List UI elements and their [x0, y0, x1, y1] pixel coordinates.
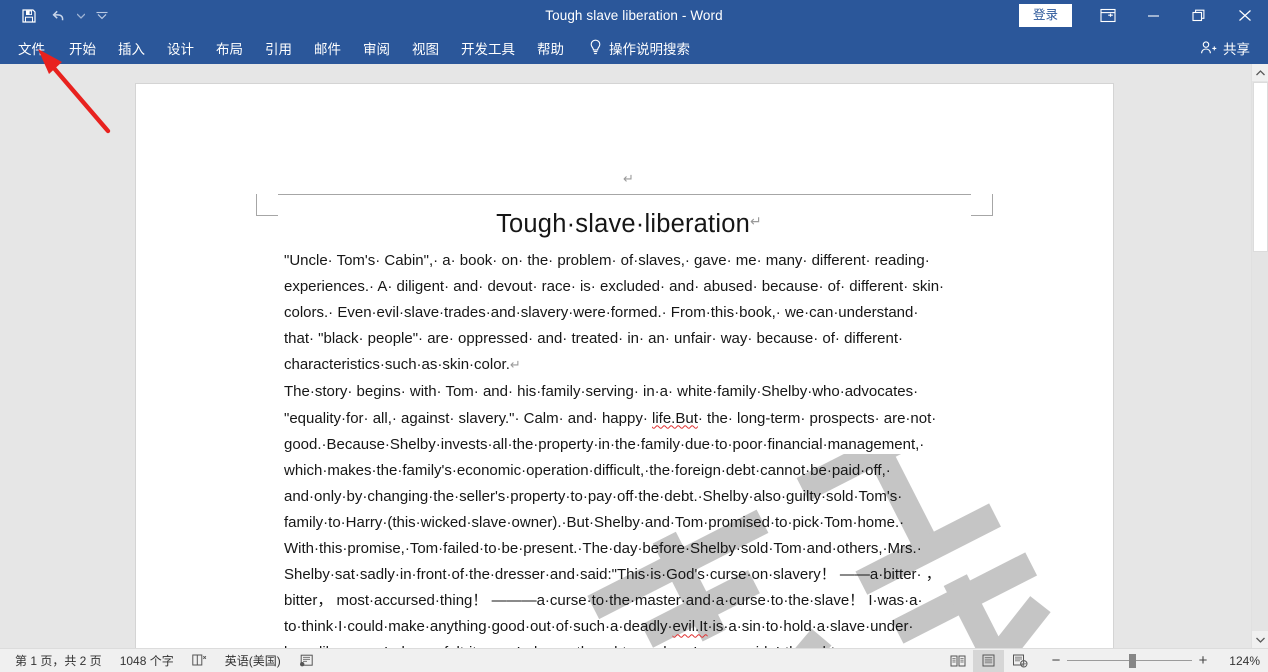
margin-corner-top-right: [971, 194, 993, 216]
status-left-group: 第 1 页，共 2 页 1048 个字 英语(美国): [0, 649, 323, 672]
document-heading: Tough·slave·liberation↵: [284, 206, 974, 240]
view-print-layout[interactable]: [973, 649, 1004, 672]
text-line: characteristics·such·as·skin·color.: [284, 356, 510, 374]
tell-me-search[interactable]: 操作说明搜索: [575, 31, 700, 64]
scroll-down-icon[interactable]: [1252, 631, 1268, 648]
scroll-up-icon[interactable]: [1252, 64, 1268, 81]
zoom-level[interactable]: 124%: [1214, 654, 1260, 668]
share-person-icon: [1200, 40, 1217, 55]
ribbon-tabs: 文件 开始 插入 设计 布局 引用 邮件 审阅 视图 开发工具 帮助 操作说明搜…: [0, 31, 700, 64]
tab-insert[interactable]: 插入: [107, 31, 156, 64]
save-icon[interactable]: [14, 3, 44, 29]
document-heading-text: Tough·slave·liberation: [496, 210, 750, 238]
text-line: bitter， most·accursed·thing！ ———a·curse·…: [284, 592, 923, 610]
document-workspace[interactable]: ↵ Tough·slave·liberation↵ "Uncle· Tom's·…: [0, 64, 1268, 648]
tab-developer[interactable]: 开发工具: [450, 31, 526, 64]
margin-corner-top-left: [256, 194, 278, 216]
page-indicator[interactable]: 第 1 页，共 2 页: [6, 649, 111, 672]
ribbon-display-options-icon[interactable]: [1086, 0, 1130, 31]
share-button[interactable]: 共享: [1192, 31, 1258, 64]
paragraph-2: The·story· begins· with· Tom· and· his·f…: [284, 379, 974, 648]
zoom-out-button[interactable]: −: [1045, 652, 1067, 669]
document-body[interactable]: Tough·slave·liberation↵ "Uncle· Tom's· C…: [284, 206, 974, 648]
record-macro-icon[interactable]: [290, 649, 323, 672]
text-line-with-misspelling: "equality·for· all,· against· slavery."·…: [284, 409, 937, 427]
ribbon-tab-bar: 文件 开始 插入 设计 布局 引用 邮件 审阅 视图 开发工具 帮助 操作说明搜…: [0, 31, 1268, 64]
header-paragraph-mark: ↵: [623, 172, 634, 187]
text-line: "Uncle· Tom's· Cabin",· a· book· on· the…: [284, 252, 930, 269]
zoom-slider-knob[interactable]: [1129, 653, 1136, 668]
tell-me-label: 操作说明搜索: [609, 41, 690, 57]
tab-review[interactable]: 审阅: [352, 31, 401, 64]
text-line: colors.· Even·evil·slave·trades·and·slav…: [284, 304, 919, 322]
share-label: 共享: [1223, 41, 1250, 57]
quick-access-toolbar: [14, 0, 117, 31]
view-read-mode[interactable]: [942, 650, 973, 672]
status-right-group: − + 124%: [942, 649, 1268, 672]
minimize-button[interactable]: [1130, 0, 1176, 31]
view-web-layout[interactable]: [1004, 650, 1035, 672]
lightbulb-icon: [589, 39, 602, 56]
word-count[interactable]: 1048 个字: [111, 649, 183, 672]
tab-references[interactable]: 引用: [254, 31, 303, 64]
tab-help[interactable]: 帮助: [526, 31, 575, 64]
document-page[interactable]: ↵ Tough·slave·liberation↵ "Uncle· Tom's·…: [136, 84, 1113, 648]
misspelled-word: life.But: [652, 409, 698, 427]
text-line: that· "black· people"· are· oppressed· a…: [284, 330, 903, 348]
undo-icon[interactable]: [44, 3, 74, 29]
customize-quick-access-chevron-down-icon[interactable]: [87, 3, 117, 29]
misspelled-word: evil.It: [672, 618, 708, 636]
text-line-last: characteristics·such·as·skin·color.↵: [284, 352, 974, 379]
word-window: Tough slave liberation - Word 登录 文件 开始 插…: [0, 0, 1268, 672]
tab-layout[interactable]: 布局: [205, 31, 254, 64]
tab-view[interactable]: 视图: [401, 31, 450, 64]
title-bar: Tough slave liberation - Word 登录: [0, 0, 1268, 31]
text-line: Shelby·sat·sadly·in·front·of·the·dresser…: [284, 566, 941, 584]
zoom-in-button[interactable]: +: [1192, 652, 1214, 669]
status-bar: 第 1 页，共 2 页 1048 个字 英语(美国) − + 124%: [0, 648, 1268, 672]
restore-button[interactable]: [1176, 0, 1222, 31]
text-line: laws·like·ours. I·always·felt·it·was. I·…: [284, 640, 974, 648]
vertical-scrollbar[interactable]: [1251, 64, 1268, 648]
tab-home[interactable]: 开始: [58, 31, 107, 64]
proofing-errors-icon[interactable]: [183, 649, 216, 672]
text-line: and·only·by·changing·the·seller's·proper…: [284, 487, 903, 505]
tab-design[interactable]: 设计: [156, 31, 205, 64]
sign-in-button[interactable]: 登录: [1018, 3, 1072, 28]
paragraph-1: "Uncle· Tom's· Cabin",· a· book· on· the…: [284, 248, 974, 379]
undo-dropdown-chevron-down-icon[interactable]: [74, 3, 87, 29]
text-line-with-misspelling: to·think·I·could·make·anything·good·out·…: [284, 618, 914, 636]
zoom-slider[interactable]: [1067, 653, 1192, 669]
paragraph-end-mark: ↵: [509, 358, 521, 374]
text-line: family·to·Harry·(this·wicked·slave·owner…: [284, 513, 905, 531]
heading-paragraph-mark: ↵: [749, 214, 762, 230]
text-line: which·makes·the·family's·economic·operat…: [284, 461, 891, 479]
scroll-thumb[interactable]: [1253, 82, 1268, 252]
text-line: The·story· begins· with· Tom· and· his·f…: [284, 383, 919, 401]
close-button[interactable]: [1222, 0, 1268, 31]
text-line: With·this·promise,·Tom·failed·to·be·pres…: [284, 540, 922, 558]
tab-file[interactable]: 文件: [5, 31, 58, 64]
zoom-control: − + 124%: [1045, 652, 1260, 669]
text-line: good.·Because·Shelby·invests·all·the·pro…: [284, 435, 925, 453]
tab-mailings[interactable]: 邮件: [303, 31, 352, 64]
language-indicator[interactable]: 英语(美国): [216, 649, 290, 672]
text-line: experiences.· A· diligent· and· devout· …: [284, 278, 945, 296]
window-controls: 登录: [1018, 0, 1268, 31]
header-separator: [278, 194, 971, 195]
